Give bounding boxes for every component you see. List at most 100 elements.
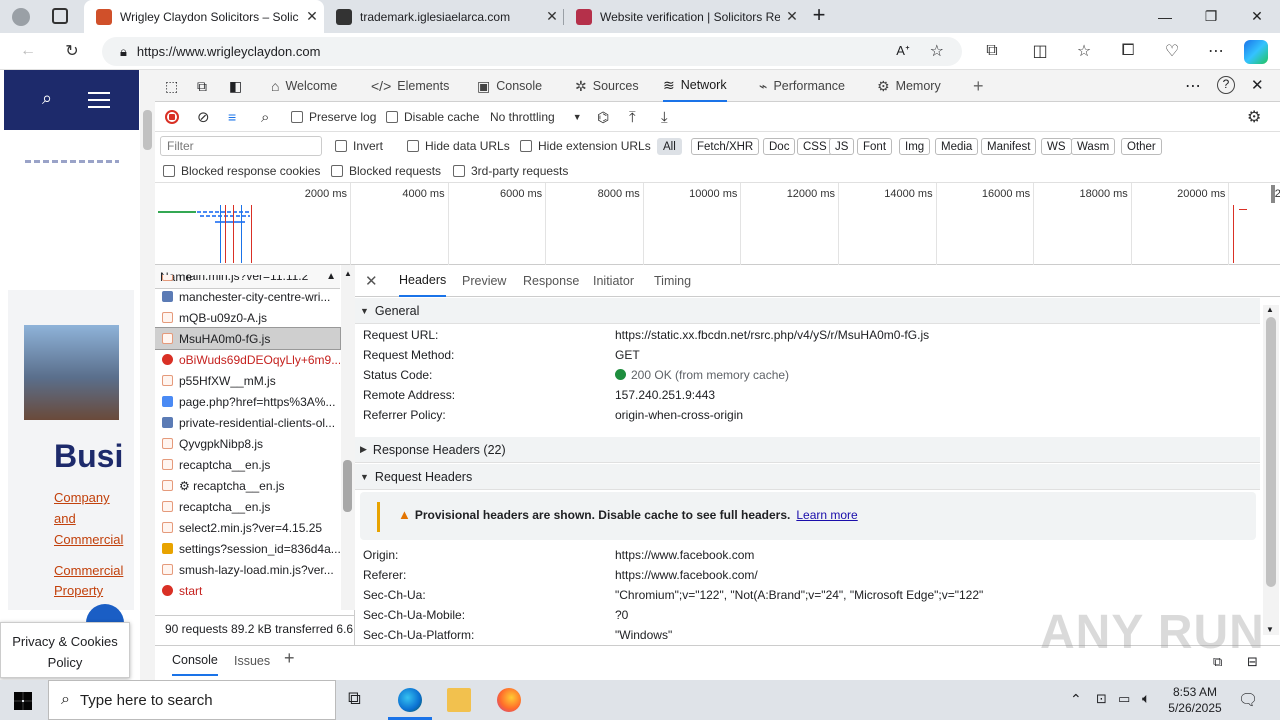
detail-tab-response[interactable]: Response — [523, 265, 579, 297]
request-list-scrollbar[interactable]: ▲ — [341, 265, 355, 610]
browser-tab[interactable]: Wrigley Claydon Solicitors – Solic ✕ — [84, 0, 324, 33]
learn-more-link[interactable]: Learn more — [796, 508, 857, 522]
window-close-button[interactable]: ✕ — [1234, 0, 1280, 33]
favorites-icon[interactable]: ☆ — [1070, 39, 1098, 63]
blocked-requests-checkbox[interactable]: Blocked requests — [331, 159, 441, 183]
help-icon[interactable]: ? — [1217, 76, 1235, 94]
header-value[interactable]: https://www.facebook.com — [615, 548, 1263, 562]
detail-tab-preview[interactable]: Preview — [462, 265, 506, 297]
url-field[interactable]: 🔒︎ https://www.wrigleyclaydon.com Aᐩ ☆ — [102, 37, 962, 66]
record-button[interactable] — [165, 102, 179, 132]
preserve-log-checkbox[interactable]: Preserve log — [291, 102, 376, 132]
request-headers-section-header[interactable]: ▼ Request Headers — [355, 464, 1260, 490]
detail-scrollbar[interactable]: ▲ ▼ — [1263, 305, 1279, 635]
split-screen-icon[interactable]: ◫ — [1026, 39, 1054, 63]
edge-taskbar-icon[interactable] — [398, 688, 422, 712]
request-row[interactable]: oBiWuds69dDEOqyLly+6m9... — [155, 349, 340, 370]
drawer-tab-issues[interactable]: Issues — [234, 646, 270, 676]
network-overview-timeline[interactable]: 2000 ms 4000 ms 6000 ms 8000 ms 10000 ms 1200… — [155, 183, 1280, 265]
throttling-select[interactable]: No throttling ▼ — [490, 102, 582, 132]
tab-close-icon[interactable]: ✕ — [300, 8, 324, 25]
request-row[interactable]: MsuHA0m0-fG.js — [155, 327, 341, 350]
more-tabs-icon[interactable]: + — [973, 76, 984, 97]
request-row[interactable]: smush-lazy-load.min.js?ver... — [155, 559, 340, 580]
devtools-tab-sources[interactable]: ✲ Sources — [575, 70, 639, 102]
maximize-button[interactable]: ❐ — [1188, 0, 1234, 33]
copilot-icon[interactable] — [1244, 40, 1268, 64]
request-row[interactable]: ⚙ recaptcha__en.js — [155, 475, 340, 496]
header-value[interactable]: "Chromium";v="122", "Not(A:Brand";v="24"… — [615, 588, 1263, 602]
tray-clock[interactable]: 8:53 AM 5/26/2025 — [1165, 684, 1225, 716]
filter-chip-fetchxhr[interactable]: Fetch/XHR — [691, 138, 760, 155]
dock-side-icon[interactable]: ◧ — [229, 78, 242, 95]
filter-chip-img[interactable]: Img — [899, 138, 931, 155]
notifications-icon[interactable]: 🗨︎ — [1238, 690, 1258, 710]
drawer-tab-console[interactable]: Console — [172, 646, 218, 676]
header-value[interactable]: https://static.xx.fbcdn.net/rsrc.php/v4/… — [615, 328, 1263, 342]
export-har-icon[interactable]: ⤓ — [661, 102, 668, 132]
close-devtools-icon[interactable]: ✕ — [1251, 76, 1264, 94]
request-row[interactable]: QyvgpkNibp8.js — [155, 433, 340, 454]
devtools-tab-memory[interactable]: ⚙ Memory — [877, 70, 941, 102]
reload-button[interactable]: ↻ — [58, 39, 86, 63]
network-conditions-icon[interactable]: ⌬ — [597, 102, 609, 132]
filter-chip-media[interactable]: Media — [935, 138, 979, 155]
invert-checkbox[interactable]: Invert — [335, 133, 383, 159]
request-row[interactable]: start — [155, 580, 340, 601]
tray-network-icon[interactable]: ⊡ — [1096, 691, 1107, 707]
request-row[interactable]: select2.min.js?ver=4.15.25 — [155, 517, 340, 538]
site-search-icon[interactable]: ⌕ — [42, 88, 52, 109]
devtools-tab-performance[interactable]: ⌁ Performance — [759, 70, 845, 102]
tray-overflow-icon[interactable]: ⌃ — [1070, 691, 1082, 708]
general-section-header[interactable]: ▼ General — [355, 298, 1260, 324]
profile-icon[interactable] — [12, 8, 30, 26]
request-row[interactable]: page.php?href=https%3A%... — [155, 391, 340, 412]
close-detail-icon[interactable]: ✕ — [365, 265, 378, 297]
search-icon[interactable]: ⌕ — [261, 102, 269, 132]
site-link-company[interactable]: Company — [54, 490, 110, 505]
filter-chip-ws[interactable]: WS — [1041, 138, 1072, 155]
firefox-taskbar-icon[interactable] — [497, 688, 521, 712]
request-row[interactable]: settings?session_id=836d4a... — [155, 538, 340, 559]
request-row[interactable]: p55HfXW__mM.js — [155, 370, 340, 391]
request-row[interactable]: recaptcha__en.js — [155, 496, 340, 517]
disable-cache-checkbox[interactable]: Disable cache — [386, 102, 479, 132]
hide-data-urls-checkbox[interactable]: Hide data URLs — [407, 133, 510, 159]
header-value[interactable]: GET — [615, 348, 1263, 362]
detail-tab-timing[interactable]: Timing — [654, 265, 691, 297]
site-link-property[interactable]: Property — [54, 583, 103, 598]
response-headers-section-header[interactable]: ▶ Response Headers (22) — [355, 437, 1260, 463]
timeline-handle[interactable] — [1271, 185, 1275, 203]
filter-chip-other[interactable]: Other — [1121, 138, 1162, 155]
privacy-cookies-button[interactable]: Privacy & Cookies Policy — [0, 622, 130, 678]
filter-chip-doc[interactable]: Doc — [763, 138, 796, 155]
detail-tab-headers[interactable]: Headers — [399, 265, 447, 297]
import-har-icon[interactable]: ⤒ — [629, 102, 636, 132]
filter-chip-css[interactable]: CSS — [797, 138, 833, 155]
drawer-add-tab-button[interactable]: + — [284, 648, 295, 669]
start-button[interactable] — [14, 692, 32, 710]
read-aloud-icon[interactable]: Aᐩ — [896, 43, 910, 59]
request-row[interactable]: manchester-city-centre-wri... — [155, 286, 340, 307]
device-toolbar-icon[interactable]: ⧉ — [197, 78, 207, 95]
detail-tab-initiator[interactable]: Initiator — [593, 265, 634, 297]
hide-extension-urls-checkbox[interactable]: Hide extension URLs — [520, 133, 651, 159]
request-row[interactable]: recaptcha__en.js — [155, 454, 340, 475]
site-link-and[interactable]: and — [54, 511, 76, 526]
filter-chip-font[interactable]: Font — [857, 138, 893, 155]
filter-chip-all[interactable]: All — [657, 138, 682, 155]
new-tab-button[interactable]: + — [808, 4, 830, 28]
header-value[interactable]: 157.240.251.9:443 — [615, 388, 1263, 402]
tab-actions-icon[interactable] — [52, 8, 68, 24]
filter-chip-js[interactable]: JS — [829, 138, 855, 155]
filter-chip-manifest[interactable]: Manifest — [981, 138, 1037, 155]
performance-icon[interactable]: ♡ — [1158, 39, 1186, 63]
collections-icon[interactable]: ⧠ — [1114, 39, 1142, 63]
browser-tab[interactable]: Website verification | Solicitors Re ✕ — [564, 0, 804, 33]
request-row[interactable]: main.min.js?ver=11.11.2 — [155, 275, 340, 286]
header-value[interactable]: origin-when-cross-origin — [615, 408, 1263, 422]
tab-close-icon[interactable]: ✕ — [540, 8, 564, 25]
filter-toggle-icon[interactable]: ≡ — [228, 102, 236, 132]
header-value[interactable]: 200 OK (from memory cache) — [615, 368, 1263, 382]
site-link-commercial[interactable]: Commercial — [54, 532, 123, 547]
